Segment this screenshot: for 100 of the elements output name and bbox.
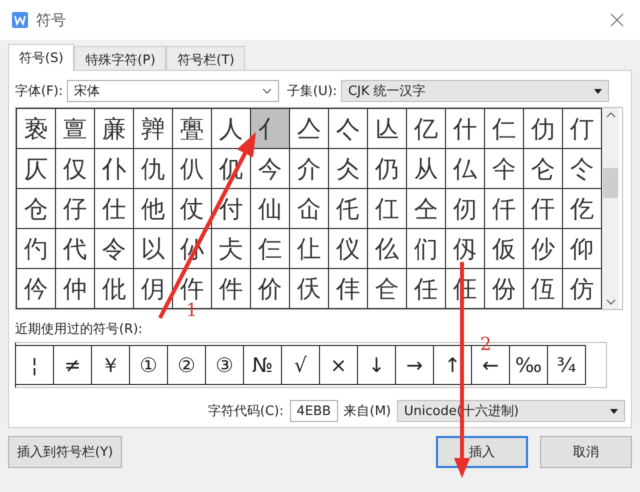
symbol-cell[interactable]: 仮 xyxy=(485,229,524,269)
symbol-cell[interactable]: 仾 xyxy=(524,269,563,309)
symbol-cell[interactable]: 仟 xyxy=(485,189,524,229)
symbol-cell[interactable]: 以 xyxy=(134,229,173,269)
symbol-cell[interactable]: 亻 xyxy=(251,109,290,149)
symbol-cell[interactable]: 仿 xyxy=(563,269,602,309)
symbol-cell[interactable]: 亸 xyxy=(134,109,173,149)
symbol-cell[interactable]: 件 xyxy=(212,269,251,309)
symbol-cell[interactable]: 仫 xyxy=(368,229,407,269)
symbol-cell[interactable]: 仄 xyxy=(17,149,56,189)
recent-symbol-cell[interactable]: → xyxy=(396,345,434,385)
symbol-cell[interactable]: 亷 xyxy=(95,109,134,149)
symbol-cell[interactable]: 仚 xyxy=(290,189,329,229)
font-dropdown[interactable]: 宋体 xyxy=(67,80,280,102)
symbol-cell[interactable]: 仃 xyxy=(563,109,602,149)
symbol-cell[interactable]: 仆 xyxy=(95,149,134,189)
recent-symbol-cell[interactable]: × xyxy=(320,345,358,385)
recent-symbol-cell[interactable]: ￥ xyxy=(92,345,130,385)
symbol-cell[interactable]: 仐 xyxy=(485,149,524,189)
symbol-cell[interactable]: 今 xyxy=(251,149,290,189)
recent-symbol-cell[interactable]: ¦ xyxy=(16,345,54,385)
symbol-cell[interactable]: 他 xyxy=(134,189,173,229)
symbol-cell[interactable]: 付 xyxy=(212,189,251,229)
symbol-cell[interactable]: 亾 xyxy=(368,109,407,149)
symbol-cell[interactable]: 仓 xyxy=(17,189,56,229)
scrollbar-thumb[interactable] xyxy=(603,168,618,198)
symbol-cell[interactable]: 亹 xyxy=(173,109,212,149)
symbol-cell[interactable]: 仠 xyxy=(524,189,563,229)
symbol-cell[interactable]: 亿 xyxy=(407,109,446,149)
dialog-button[interactable]: 取消 xyxy=(540,436,632,468)
symbol-cell[interactable]: 仕 xyxy=(95,189,134,229)
symbol-cell[interactable]: 仹 xyxy=(329,269,368,309)
tab[interactable]: 符号(S) xyxy=(8,44,74,71)
symbol-cell[interactable]: 仒 xyxy=(563,149,602,189)
symbol-cell[interactable]: 仛 xyxy=(329,189,368,229)
scroll-up-icon xyxy=(606,112,616,118)
symbol-cell[interactable]: 仇 xyxy=(134,149,173,189)
recent-symbol-cell[interactable]: ③ xyxy=(206,345,244,385)
symbol-cell[interactable]: 仧 xyxy=(212,229,251,269)
symbol-cell[interactable]: 仝 xyxy=(407,189,446,229)
symbol-cell[interactable]: 仭 xyxy=(446,229,485,269)
symbol-cell[interactable]: 仌 xyxy=(329,149,368,189)
recent-symbol-cell[interactable]: ② xyxy=(168,345,206,385)
recent-symbol-cell[interactable]: ≠ xyxy=(54,345,92,385)
recent-symbol-cell[interactable]: ① xyxy=(130,345,168,385)
symbol-cell[interactable]: 任 xyxy=(407,269,446,309)
scrollbar[interactable] xyxy=(602,108,619,309)
symbol-cell[interactable]: 仡 xyxy=(563,189,602,229)
symbol-cell[interactable]: 仲 xyxy=(56,269,95,309)
symbol-cell[interactable]: 人 xyxy=(212,109,251,149)
symbol-cell[interactable]: 仪 xyxy=(329,229,368,269)
symbol-cell[interactable]: 仯 xyxy=(524,229,563,269)
symbol-cell[interactable]: 价 xyxy=(251,269,290,309)
symbol-cell[interactable]: 亽 xyxy=(329,109,368,149)
insert-to-bar-button[interactable]: 插入到符号栏(Y) xyxy=(8,436,122,468)
from-label: 来自(M) xyxy=(344,403,391,420)
dialog-button[interactable]: 插入 xyxy=(436,436,528,468)
symbol-cell[interactable]: 仴 xyxy=(134,269,173,309)
symbol-cell[interactable]: 份 xyxy=(485,269,524,309)
recent-symbol-cell[interactable]: ‰ xyxy=(510,345,548,385)
tab[interactable]: 特殊字符(P) xyxy=(74,46,166,70)
subset-label: 子集(U): xyxy=(287,83,338,100)
symbol-cell[interactable]: 仈 xyxy=(173,149,212,189)
recent-symbol-cell[interactable]: № xyxy=(244,345,282,385)
symbol-cell[interactable]: 仞 xyxy=(446,189,485,229)
symbol-cell[interactable]: 仑 xyxy=(524,149,563,189)
symbol-cell[interactable]: 仍 xyxy=(368,149,407,189)
symbol-cell[interactable]: 仳 xyxy=(95,269,134,309)
char-code-field[interactable]: 4EBB xyxy=(290,400,338,422)
symbol-cell[interactable]: 仢 xyxy=(17,229,56,269)
symbol-cell[interactable]: 仨 xyxy=(251,229,290,269)
symbol-cell[interactable]: 亵 xyxy=(17,109,56,149)
symbol-cell[interactable]: 仙 xyxy=(251,189,290,229)
symbol-cell[interactable]: 仜 xyxy=(368,189,407,229)
symbol-cell[interactable]: 仁 xyxy=(485,109,524,149)
symbol-cell[interactable]: 们 xyxy=(407,229,446,269)
symbol-cell[interactable]: 什 xyxy=(446,109,485,149)
symbol-cell[interactable]: 仏 xyxy=(446,149,485,189)
recent-symbol-cell[interactable]: √ xyxy=(282,345,320,385)
symbol-cell[interactable]: 仺 xyxy=(368,269,407,309)
symbol-cell[interactable]: 仰 xyxy=(563,229,602,269)
symbol-cell[interactable]: 仅 xyxy=(56,149,95,189)
recent-symbol-cell[interactable]: ¾ xyxy=(548,345,586,385)
subset-dropdown[interactable]: CJK 统一汉字 xyxy=(341,80,610,102)
symbol-cell[interactable]: 仂 xyxy=(524,109,563,149)
symbol-cell[interactable]: 代 xyxy=(56,229,95,269)
symbol-cell[interactable]: 仔 xyxy=(56,189,95,229)
symbol-cell[interactable]: 亶 xyxy=(56,109,95,149)
symbol-cell[interactable]: 仩 xyxy=(290,229,329,269)
symbol-cell[interactable]: 仱 xyxy=(17,269,56,309)
recent-symbol-cell[interactable]: ↓ xyxy=(358,345,396,385)
symbol-cell[interactable]: 令 xyxy=(95,229,134,269)
dropdown-triangle-icon xyxy=(610,408,618,414)
symbol-cell[interactable]: 仸 xyxy=(290,269,329,309)
symbol-cell[interactable]: 介 xyxy=(290,149,329,189)
close-icon[interactable] xyxy=(610,13,624,27)
symbol-cell[interactable]: 从 xyxy=(407,149,446,189)
symbol-cell[interactable]: 仗 xyxy=(173,189,212,229)
tab[interactable]: 符号栏(T) xyxy=(166,46,246,70)
symbol-cell[interactable]: 亼 xyxy=(290,109,329,149)
